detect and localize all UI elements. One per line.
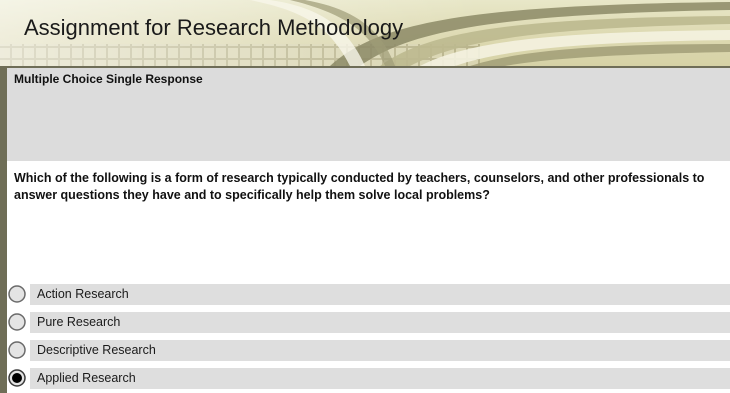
radio-selected-dot <box>12 373 22 383</box>
radio-button[interactable] <box>8 341 26 359</box>
option-pure-research[interactable]: Pure Research <box>7 312 730 333</box>
radio-button-selected[interactable] <box>8 369 26 387</box>
option-descriptive-research[interactable]: Descriptive Research <box>7 340 730 361</box>
radio-button[interactable] <box>8 313 26 331</box>
option-label[interactable]: Action Research <box>37 287 129 301</box>
option-action-research[interactable]: Action Research <box>7 284 730 305</box>
option-applied-research[interactable]: Applied Research <box>7 368 730 389</box>
option-label[interactable]: Descriptive Research <box>37 343 156 357</box>
left-border <box>0 66 7 393</box>
radio-button[interactable] <box>8 285 26 303</box>
question-type-band: Multiple Choice Single Response <box>7 68 730 161</box>
header-banner: Assignment for Research Methodology <box>0 0 730 66</box>
option-label[interactable]: Applied Research <box>37 371 136 385</box>
page-title: Assignment for Research Methodology <box>24 15 404 40</box>
option-bar[interactable] <box>30 284 730 305</box>
question-type-label: Multiple Choice Single Response <box>14 72 203 86</box>
option-label[interactable]: Pure Research <box>37 315 120 329</box>
question-text: Which of the following is a form of rese… <box>14 171 705 202</box>
option-bar[interactable] <box>30 312 730 333</box>
